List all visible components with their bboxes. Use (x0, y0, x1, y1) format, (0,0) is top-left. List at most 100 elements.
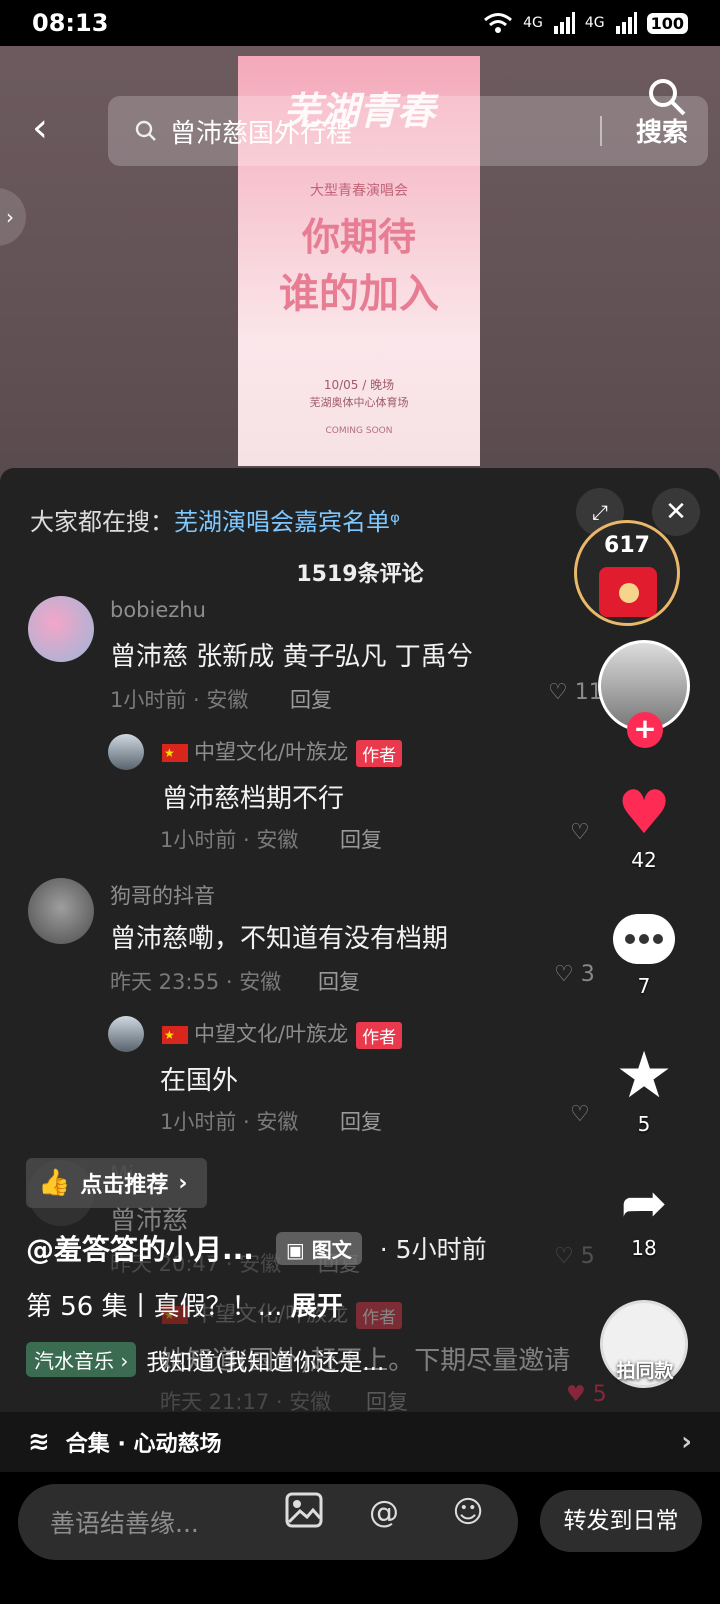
post-type-tag: ▣ 图文 (275, 1231, 362, 1265)
comment-username-label: 中望文化/叶族龙 (194, 1022, 349, 1046)
share-arrow-icon: ➦ (620, 1171, 668, 1236)
emoji-icon[interactable]: ☺ (446, 1492, 490, 1536)
comment-input[interactable]: 善语结善缘... (18, 1484, 518, 1560)
comment-like-button[interactable]: ♡ 11 (548, 680, 603, 705)
comment-username[interactable]: ★ 中望文化/叶族龙 作者 (162, 736, 403, 767)
trending-search-prefix: 大家都在搜： (30, 508, 174, 536)
signal-icon (553, 12, 575, 34)
china-flag-icon: ★ (162, 744, 188, 762)
star-icon: ★ (615, 1039, 673, 1113)
favorite-button[interactable]: ★ 5 (604, 1040, 684, 1136)
thumbs-up-icon: 👍 (38, 1168, 71, 1198)
heart-icon: ♥ (617, 778, 671, 848)
author-badge: 作者 (356, 739, 403, 767)
chevron-right-icon: › (681, 1427, 692, 1457)
search-divider (600, 116, 602, 146)
red-packet-knob (619, 583, 639, 603)
comment-username[interactable]: ★ 中望文化/叶族龙 作者 (162, 1018, 403, 1049)
avatar[interactable] (28, 878, 94, 944)
poster-tagline: 大型青春演唱会 (310, 183, 408, 199)
poster-headline-1: 你期待 (301, 215, 416, 259)
comment-meta: 1小时前 · 安徽 (160, 1110, 299, 1134)
description-text: 第 56 集丨真假？！... (26, 1292, 283, 1322)
avatar[interactable] (108, 1016, 144, 1052)
video-author[interactable]: @羞答答的小月... (26, 1228, 254, 1268)
recommend-button[interactable]: 👍 点击推荐 › (26, 1158, 208, 1208)
comment-text: 曾沛慈档期不行 (162, 784, 345, 814)
battery-icon: 100 (646, 12, 688, 34)
poster-venue: 芜湖奥体中心体育场 (309, 396, 409, 409)
status-icons: 4G 4G 100 (483, 12, 688, 34)
bottom-bar: 善语结善缘... @ ☺ 转发到日常 (0, 1472, 720, 1604)
signal-1-label: 4G (523, 15, 543, 31)
search-bar[interactable]: 曾沛慈国外行程 搜索 (108, 96, 708, 166)
heart-outline-icon: ♡ (554, 962, 574, 987)
post-time: · 5小时前 (379, 1235, 487, 1264)
avatar[interactable] (108, 734, 144, 770)
search-query[interactable]: 曾沛慈国外行程 (170, 113, 352, 150)
music-app-tag[interactable]: 汽水音乐 › (26, 1342, 137, 1377)
mention-icon[interactable]: @ (362, 1492, 406, 1536)
reply-button[interactable]: 回复 (340, 824, 382, 854)
china-flag-icon: ★ (162, 1026, 188, 1044)
forward-to-daily-button[interactable]: 转发到日常 (540, 1490, 702, 1552)
trending-search-link[interactable]: 芜湖演唱会嘉宾名单 (174, 508, 390, 536)
comment-bubble-icon (613, 914, 675, 964)
trending-search: 大家都在搜：芜湖演唱会嘉宾名单ᵠ (30, 502, 400, 537)
share-button[interactable]: ➦ 18 (604, 1171, 684, 1261)
comment-like-button[interactable]: ♡ 5 (554, 1244, 595, 1269)
comment-text: 在国外 (160, 1066, 239, 1096)
comment-username[interactable]: 狗哥的抖音 (110, 880, 215, 910)
heart-outline-icon: ♡ (554, 1244, 574, 1269)
comment-total: 7 (637, 974, 651, 998)
comment-meta: 1小时前 · 安徽 (110, 688, 249, 712)
close-icon[interactable]: ✕ (652, 488, 700, 536)
wifi-icon (484, 13, 513, 33)
comment-username[interactable]: bobiezhu (110, 598, 206, 622)
favorite-count: 5 (637, 1112, 651, 1136)
like-count: 42 (631, 848, 657, 872)
comment-like-button[interactable]: ♡ 3 (554, 962, 595, 987)
heart-outline-icon: ♡ (548, 680, 568, 705)
collection-label: 合集 · 心动慈场 (65, 1432, 222, 1457)
follow-plus-icon[interactable]: + (627, 712, 663, 748)
reply-button[interactable]: 回复 (318, 966, 360, 996)
like-button[interactable]: ♥ 42 (604, 778, 684, 872)
share-count: 18 (631, 1236, 657, 1260)
poster-footer: COMING SOON (325, 426, 393, 436)
use-template-label[interactable]: 拍同款 (600, 1356, 690, 1383)
poster-headline-2: 谁的加入 (279, 271, 439, 317)
comment-like-button[interactable]: ♡ (570, 820, 590, 845)
expand-link[interactable]: 展开 (291, 1292, 343, 1322)
video-description: 第 56 集丨真假？！... 展开 (26, 1286, 343, 1323)
comment-text: 曾沛慈 张新成 黄子弘凡 丁禹兮 (110, 642, 473, 672)
music-title: 我知道(我知道你还是... (146, 1349, 385, 1376)
comment-text: 曾沛慈嘞，不知道有没有档期 (110, 924, 449, 954)
collection-bar[interactable]: ≋ 合集 · 心动慈场 › (0, 1412, 720, 1472)
avatar[interactable] (28, 596, 94, 662)
comment-like-count: 5 (580, 1244, 595, 1269)
layers-icon: ≋ (28, 1427, 50, 1457)
author-badge: 作者 (356, 1301, 403, 1329)
comment-like-button[interactable]: ♡ (570, 1102, 590, 1127)
comment-like-button[interactable]: ♥ 5 (566, 1382, 607, 1407)
chevron-right-icon: › (178, 1170, 188, 1196)
comment-username-label: 中望文化/叶族龙 (194, 740, 349, 764)
comment-meta: 1小时前 · 安徽 (160, 828, 299, 852)
heart-filled-icon: ♥ (566, 1382, 586, 1407)
signal-2-label: 4G (584, 15, 605, 31)
comment-like-count: 3 (580, 962, 595, 987)
search-button[interactable]: 搜索 (636, 112, 688, 149)
poster-date: 10/05 / 晚场 (323, 378, 395, 392)
back-arrow-icon[interactable]: ‹ (32, 108, 68, 154)
status-bar: 08:13 4G 4G 100 (0, 0, 720, 46)
comment-button[interactable]: 7 (604, 914, 684, 998)
reply-button[interactable]: 回复 (340, 1106, 382, 1136)
red-packet-count: 617 (604, 533, 650, 558)
image-icon[interactable] (282, 1492, 326, 1536)
trending-search-icon[interactable]: ᵠ (390, 508, 400, 536)
reply-button[interactable]: 回复 (290, 684, 332, 714)
music-row[interactable]: 汽水音乐 › 我知道(我知道你还是... (26, 1342, 384, 1377)
red-packet-widget[interactable]: 617 (574, 520, 680, 626)
status-time: 08:13 (32, 9, 109, 37)
